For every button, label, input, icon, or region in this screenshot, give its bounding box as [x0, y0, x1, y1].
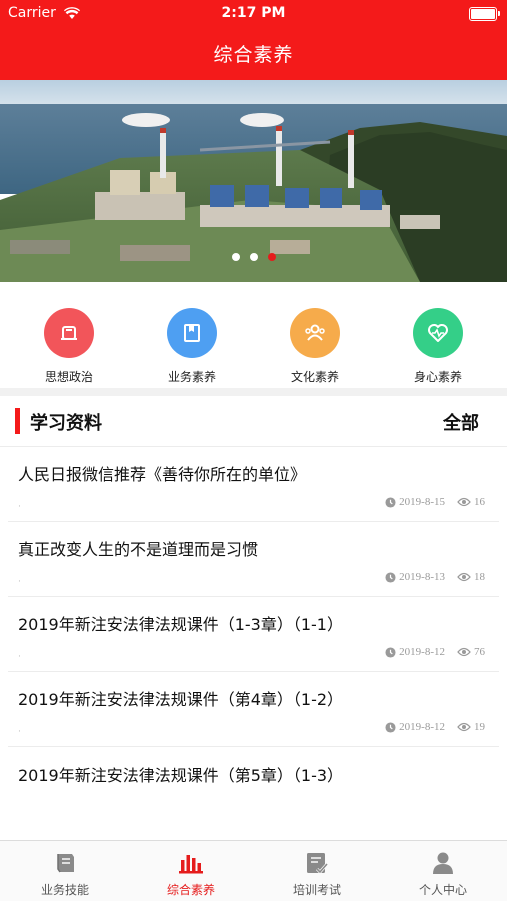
carousel-dots[interactable] [0, 253, 507, 261]
heart-pulse-icon [413, 308, 463, 358]
article-date: 2019-8-13 [399, 571, 445, 583]
article-title: 2019年新注安法律法规课件（第4章）（1-2） [18, 690, 344, 709]
article-views: 19 [474, 721, 485, 733]
category-label: 身心素养 [413, 370, 462, 384]
eye-icon [457, 722, 471, 732]
book-stack-icon [52, 851, 78, 879]
list-item[interactable]: 真正改变人生的不是道理而是习惯 · 2019-8-13 18 [0, 522, 507, 597]
article-title: 真正改变人生的不是道理而是习惯 [18, 540, 259, 559]
article-summary: · [18, 652, 21, 662]
article-meta: 2019-8-15 16 [385, 496, 485, 508]
list-item[interactable]: 2019年新注安法律法规课件（第5章）（1-3） [0, 748, 507, 823]
category-politics[interactable]: 思想政治 [19, 282, 119, 388]
carousel-dot-active[interactable] [267, 253, 276, 261]
carousel-dot[interactable] [231, 253, 240, 261]
category-label: 思想政治 [44, 370, 93, 384]
section-header: 学习资料 全部 [0, 396, 507, 447]
tab-label: 业务技能 [40, 883, 89, 897]
article-title: 人民日报微信推荐《善待你所在的单位》 [18, 465, 307, 484]
exam-icon [304, 851, 330, 879]
view-all-link[interactable]: 全部 [443, 409, 479, 435]
article-title: 2019年新注安法律法规课件（第5章）（1-3） [18, 766, 344, 785]
section-divider [0, 388, 507, 396]
article-summary: · [18, 502, 21, 512]
section-accent-bar [15, 408, 20, 434]
article-views: 76 [474, 646, 485, 658]
article-summary: · [18, 727, 21, 737]
section-title: 学习资料 [30, 413, 102, 434]
article-title: 2019年新注安法律法规课件（1-3章）（1-1） [18, 615, 343, 634]
clock-icon [385, 496, 396, 508]
tab-comprehensive[interactable]: 综合素养 [128, 841, 254, 901]
bottom-tab-bar: 业务技能 综合素养 培训考试 个人中心 [0, 840, 507, 901]
article-date: 2019-8-12 [399, 721, 445, 733]
category-business[interactable]: 业务素养 [142, 282, 242, 388]
clock-icon [385, 571, 396, 583]
article-date: 2019-8-15 [399, 496, 445, 508]
article-views: 18 [474, 571, 485, 583]
people-icon [290, 308, 340, 358]
banner-carousel[interactable] [0, 80, 507, 282]
clock: 2:17 PM [221, 5, 286, 21]
tab-label: 培训考试 [292, 883, 341, 897]
top-header: Carrier 2:17 PM 综合素养 [0, 0, 507, 80]
clock-icon [385, 721, 396, 733]
list-item[interactable]: 2019年新注安法律法规课件（1-3章）（1-1） · 2019-8-12 76 [0, 597, 507, 672]
battery-icon [469, 7, 500, 21]
article-date: 2019-8-12 [399, 646, 445, 658]
eye-icon [457, 572, 471, 582]
article-views: 16 [474, 496, 485, 508]
tab-label: 个人中心 [418, 883, 467, 897]
status-bar: Carrier 2:17 PM [0, 0, 507, 28]
ribbon-icon [44, 308, 94, 358]
list-item[interactable]: 2019年新注安法律法规课件（第4章）（1-2） · 2019-8-12 19 [0, 672, 507, 747]
list-item[interactable]: 人民日报微信推荐《善待你所在的单位》 · 2019-8-15 16 [0, 447, 507, 522]
carousel-dot[interactable] [249, 253, 258, 261]
clock-icon [385, 646, 396, 658]
article-meta: 2019-8-12 19 [385, 721, 485, 733]
book-icon [167, 308, 217, 358]
category-health[interactable]: 身心素养 [388, 282, 488, 388]
category-grid: 思想政治 业务素养 文化素养 身心素养 [0, 282, 507, 388]
person-icon [430, 851, 456, 879]
tab-business-skills[interactable]: 业务技能 [2, 841, 128, 901]
eye-icon [457, 647, 471, 657]
eye-icon [457, 497, 471, 507]
tab-training-exam[interactable]: 培训考试 [254, 841, 380, 901]
power-plant-photo [0, 80, 507, 282]
bar-chart-icon [178, 851, 204, 879]
tab-label: 综合素养 [166, 883, 215, 897]
category-culture[interactable]: 文化素养 [265, 282, 365, 388]
article-meta: 2019-8-13 18 [385, 571, 485, 583]
category-label: 业务素养 [167, 370, 216, 384]
article-summary: · [18, 577, 21, 587]
article-meta: 2019-8-12 76 [385, 646, 485, 658]
page-title: 综合素养 [213, 44, 294, 66]
category-label: 文化素养 [290, 370, 339, 384]
tab-personal-center[interactable]: 个人中心 [380, 841, 506, 901]
